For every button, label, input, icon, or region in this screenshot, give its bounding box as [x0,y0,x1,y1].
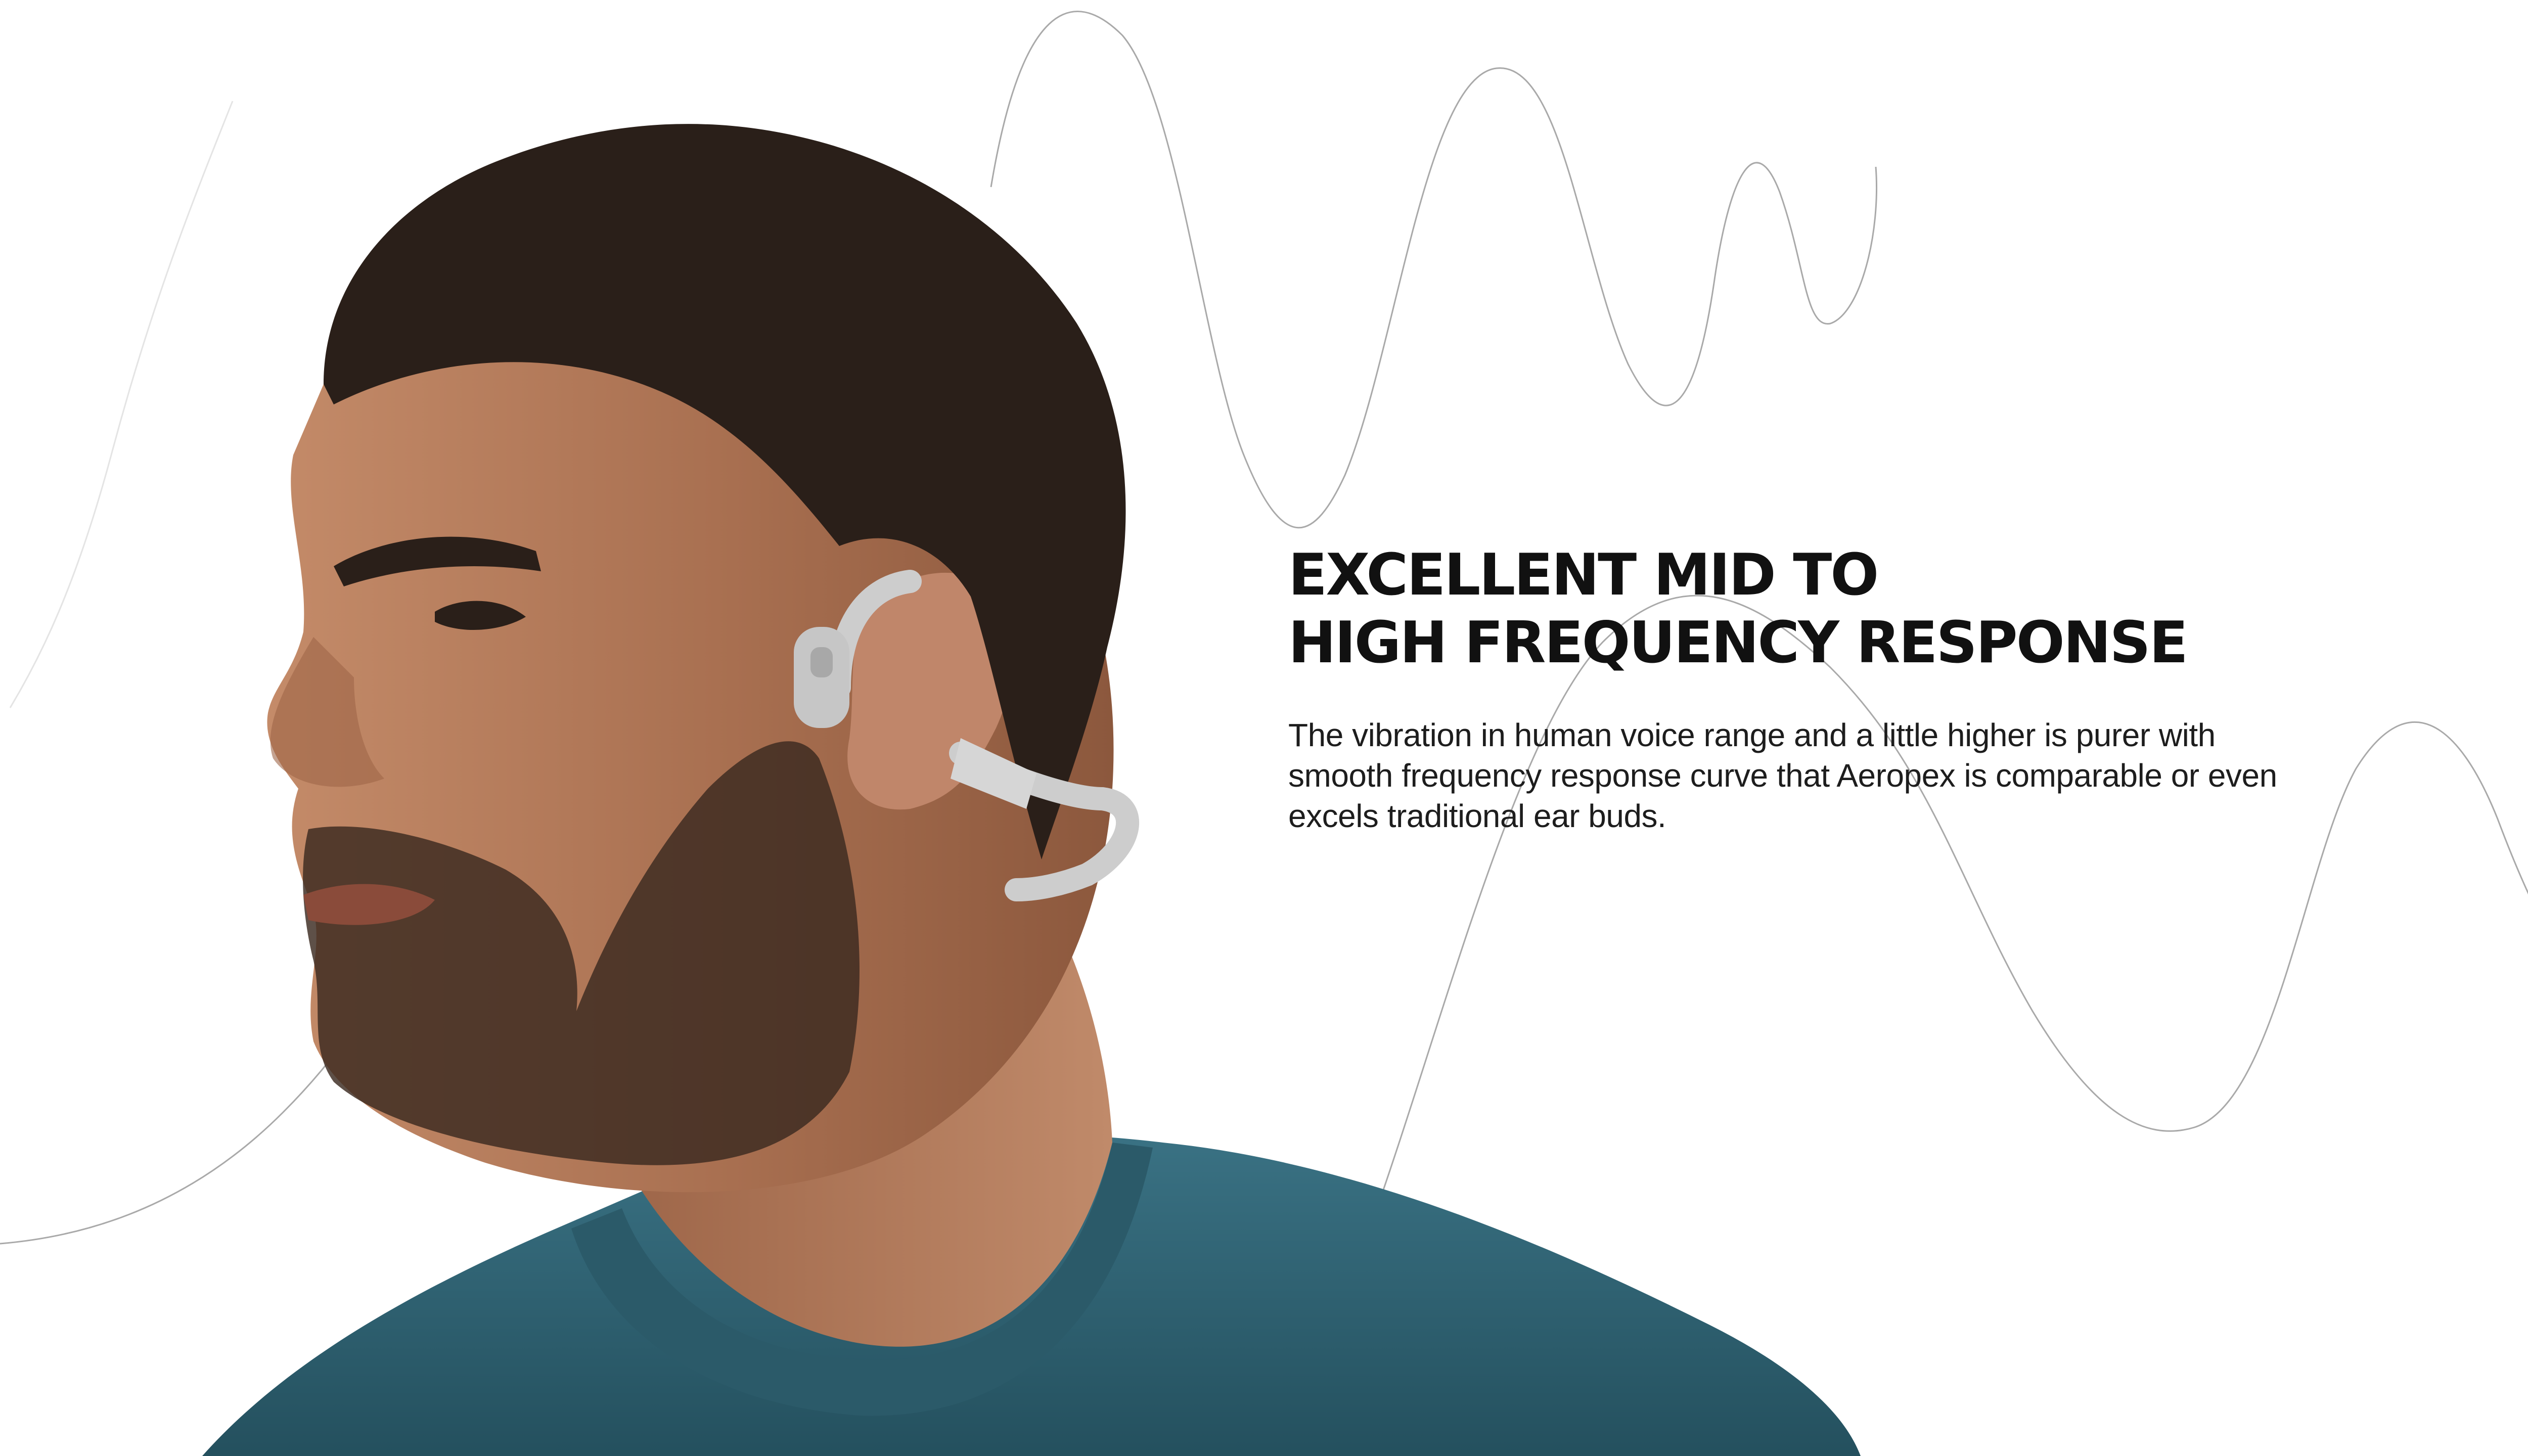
feature-headline: EXCELLENT MID TO HIGH FREQUENCY RESPONSE [1288,541,2350,676]
headphone-button [810,647,833,677]
feature-copy: EXCELLENT MID TO HIGH FREQUENCY RESPONSE… [1288,541,2350,836]
headline-line-1: EXCELLENT MID TO [1288,541,1879,608]
feature-description: The vibration in human voice range and a… [1288,717,2277,834]
headline-line-2: HIGH FREQUENCY RESPONSE [1288,609,2188,676]
hero-section: EXCELLENT MID TO HIGH FREQUENCY RESPONSE… [0,0,2528,1456]
